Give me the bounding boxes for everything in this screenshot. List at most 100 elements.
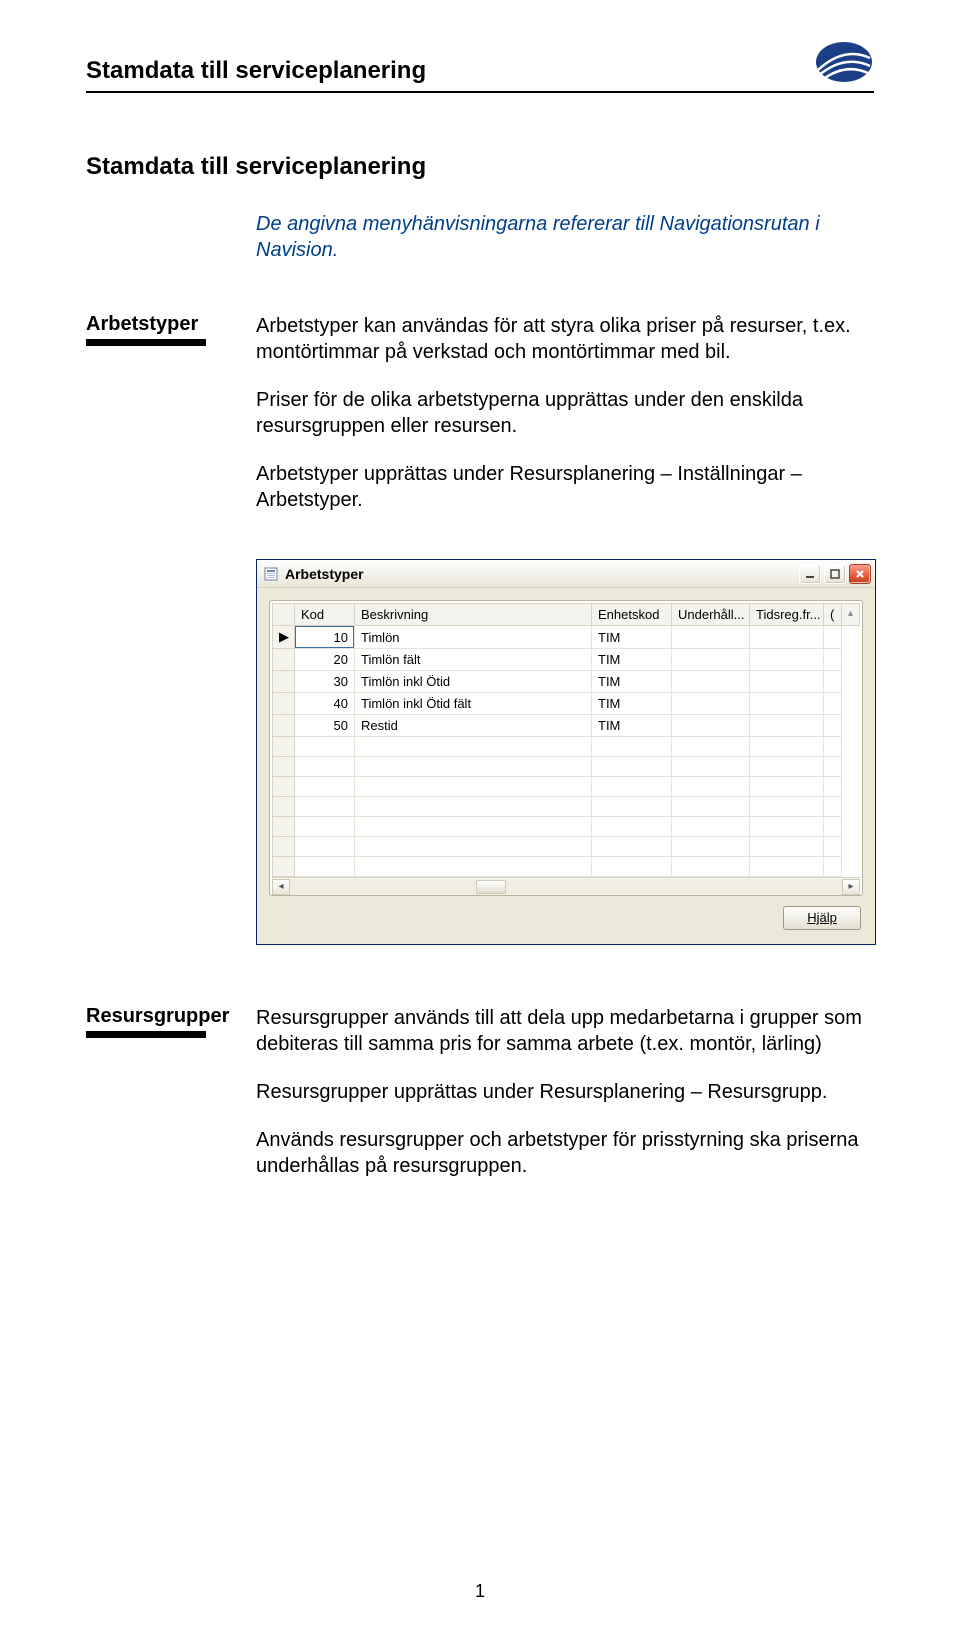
- table-row[interactable]: [273, 797, 860, 817]
- cell-tidsreg[interactable]: [750, 671, 824, 693]
- maximize-button[interactable]: [824, 564, 846, 584]
- row-marker[interactable]: [273, 837, 295, 857]
- col-kod[interactable]: Kod: [295, 604, 355, 626]
- cell-last[interactable]: [824, 837, 842, 857]
- col-underhall[interactable]: Underhåll...: [672, 604, 750, 626]
- cell-last[interactable]: [824, 715, 842, 737]
- cell-beskrivning[interactable]: Timlön inkl Ötid: [355, 671, 592, 693]
- cell-tidsreg[interactable]: [750, 837, 824, 857]
- cell-tidsreg[interactable]: [750, 737, 824, 757]
- cell-beskrivning[interactable]: Timlön inkl Ötid fält: [355, 693, 592, 715]
- cell-tidsreg[interactable]: [750, 715, 824, 737]
- cell-beskrivning[interactable]: Restid: [355, 715, 592, 737]
- cell-beskrivning[interactable]: Timlön: [355, 626, 592, 649]
- col-tidsreg[interactable]: Tidsreg.fr...: [750, 604, 824, 626]
- cell-last[interactable]: [824, 626, 842, 649]
- cell-enhetskod[interactable]: TIM: [592, 626, 672, 649]
- row-marker[interactable]: [273, 817, 295, 837]
- row-marker[interactable]: ▶: [273, 626, 295, 649]
- cell-beskrivning[interactable]: [355, 797, 592, 817]
- scroll-thumb[interactable]: [476, 880, 506, 894]
- table-row[interactable]: [273, 737, 860, 757]
- cell-underhall[interactable]: [672, 649, 750, 671]
- help-button[interactable]: Hjälp: [783, 906, 861, 930]
- col-last[interactable]: (: [824, 604, 842, 626]
- cell-underhall[interactable]: [672, 857, 750, 877]
- cell-last[interactable]: [824, 671, 842, 693]
- table-row[interactable]: [273, 837, 860, 857]
- scroll-left-icon[interactable]: ◂: [272, 879, 290, 895]
- scroll-up-icon[interactable]: ▴: [848, 607, 853, 621]
- cell-kod[interactable]: 40: [295, 693, 355, 715]
- cell-last[interactable]: [824, 757, 842, 777]
- cell-kod[interactable]: [295, 857, 355, 877]
- cell-enhetskod[interactable]: [592, 837, 672, 857]
- cell-kod[interactable]: [295, 777, 355, 797]
- cell-underhall[interactable]: [672, 817, 750, 837]
- cell-underhall[interactable]: [672, 777, 750, 797]
- window-titlebar[interactable]: Arbetstyper: [257, 560, 875, 588]
- cell-underhall[interactable]: [672, 715, 750, 737]
- cell-kod[interactable]: [295, 817, 355, 837]
- row-marker[interactable]: [273, 757, 295, 777]
- cell-underhall[interactable]: [672, 693, 750, 715]
- cell-kod[interactable]: 30: [295, 671, 355, 693]
- row-marker[interactable]: [273, 715, 295, 737]
- col-beskrivning[interactable]: Beskrivning: [355, 604, 592, 626]
- cell-tidsreg[interactable]: [750, 817, 824, 837]
- table-row[interactable]: [273, 817, 860, 837]
- cell-tidsreg[interactable]: [750, 797, 824, 817]
- cell-underhall[interactable]: [672, 757, 750, 777]
- cell-kod[interactable]: 50: [295, 715, 355, 737]
- cell-enhetskod[interactable]: [592, 757, 672, 777]
- cell-beskrivning[interactable]: [355, 737, 592, 757]
- cell-beskrivning[interactable]: [355, 777, 592, 797]
- scroll-right-icon[interactable]: ▸: [842, 879, 860, 895]
- table-row[interactable]: ▶10TimlönTIM: [273, 626, 860, 649]
- row-marker[interactable]: [273, 693, 295, 715]
- cell-kod[interactable]: 10: [295, 626, 355, 649]
- cell-enhetskod[interactable]: TIM: [592, 715, 672, 737]
- cell-kod[interactable]: [295, 837, 355, 857]
- cell-tidsreg[interactable]: [750, 649, 824, 671]
- table-row[interactable]: 20Timlön fältTIM: [273, 649, 860, 671]
- cell-kod[interactable]: 20: [295, 649, 355, 671]
- table-row[interactable]: [273, 777, 860, 797]
- table-row[interactable]: [273, 857, 860, 877]
- cell-enhetskod[interactable]: [592, 817, 672, 837]
- cell-last[interactable]: [824, 797, 842, 817]
- cell-tidsreg[interactable]: [750, 857, 824, 877]
- cell-last[interactable]: [824, 693, 842, 715]
- row-marker[interactable]: [273, 857, 295, 877]
- cell-enhetskod[interactable]: [592, 737, 672, 757]
- cell-tidsreg[interactable]: [750, 626, 824, 649]
- cell-kod[interactable]: [295, 797, 355, 817]
- row-marker[interactable]: [273, 671, 295, 693]
- cell-kod[interactable]: [295, 757, 355, 777]
- col-enhetskod[interactable]: Enhetskod: [592, 604, 672, 626]
- table-row[interactable]: 40Timlön inkl Ötid fältTIM: [273, 693, 860, 715]
- table-row[interactable]: [273, 757, 860, 777]
- cell-beskrivning[interactable]: [355, 857, 592, 877]
- cell-enhetskod[interactable]: TIM: [592, 649, 672, 671]
- cell-kod[interactable]: [295, 737, 355, 757]
- close-button[interactable]: [849, 564, 871, 584]
- cell-beskrivning[interactable]: [355, 817, 592, 837]
- arbetstyper-table[interactable]: Kod Beskrivning Enhetskod Underhåll... T…: [272, 603, 860, 877]
- row-marker[interactable]: [273, 797, 295, 817]
- cell-last[interactable]: [824, 857, 842, 877]
- cell-enhetskod[interactable]: [592, 857, 672, 877]
- cell-last[interactable]: [824, 649, 842, 671]
- row-marker[interactable]: [273, 737, 295, 757]
- cell-underhall[interactable]: [672, 797, 750, 817]
- cell-last[interactable]: [824, 777, 842, 797]
- vertical-scrollbar[interactable]: ▴: [842, 604, 860, 626]
- cell-enhetskod[interactable]: TIM: [592, 693, 672, 715]
- table-row[interactable]: 30Timlön inkl ÖtidTIM: [273, 671, 860, 693]
- cell-underhall[interactable]: [672, 837, 750, 857]
- cell-underhall[interactable]: [672, 737, 750, 757]
- row-marker[interactable]: [273, 649, 295, 671]
- cell-last[interactable]: [824, 737, 842, 757]
- cell-underhall[interactable]: [672, 671, 750, 693]
- cell-beskrivning[interactable]: [355, 757, 592, 777]
